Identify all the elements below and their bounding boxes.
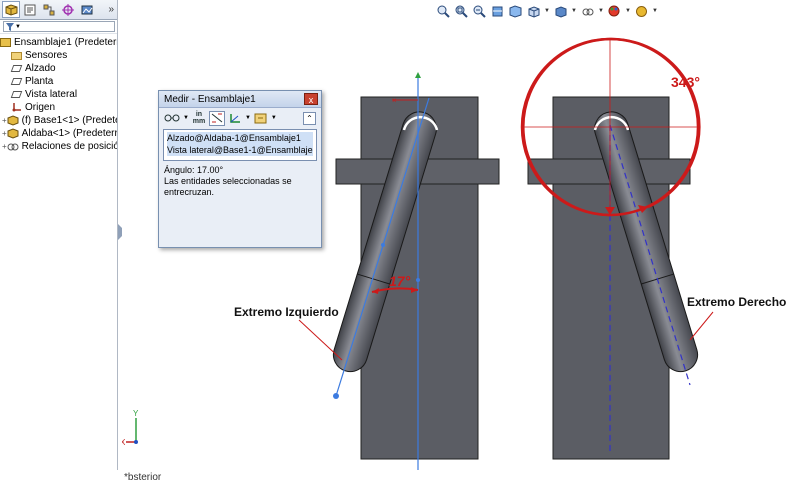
zoom-to-fit-icon[interactable] xyxy=(436,4,451,19)
previous-view-icon[interactable] xyxy=(472,4,487,19)
view-name-label: *bsterior xyxy=(124,472,162,483)
plane-icon xyxy=(10,63,22,74)
sketch-point xyxy=(381,243,385,247)
tree-item-label: Aldaba<1> (Predeterr xyxy=(21,128,117,139)
plane-icon xyxy=(10,89,22,100)
show-xyz-measurements-icon[interactable] xyxy=(208,110,225,126)
tree-filter[interactable]: ▼ xyxy=(0,20,117,34)
label-extremo-derecho: Extremo Derecho xyxy=(687,295,786,309)
measure-title-bar[interactable]: Medir - Ensamblaje1 x xyxy=(159,91,321,108)
triad-x-label: X xyxy=(122,438,126,447)
result-message-cont: entrecruzan. xyxy=(164,187,215,197)
tree-item-planta[interactable]: Planta xyxy=(0,75,117,88)
feature-manager-tab-icon[interactable] xyxy=(2,1,20,18)
heads-up-view-toolbar: ▼ ▼ ▼ ▼ ▼ xyxy=(436,2,658,20)
zoom-to-area-icon[interactable] xyxy=(454,4,469,19)
sketch-point xyxy=(333,393,339,399)
chevron-down-icon[interactable]: ▼ xyxy=(625,8,631,14)
leader-right xyxy=(689,311,714,341)
measure-title: Medir - Ensamblaje1 xyxy=(164,93,256,105)
edit-appearance-icon[interactable] xyxy=(607,4,622,19)
tree-item-vista-lateral[interactable]: Vista lateral xyxy=(0,88,117,101)
tree-item-base1[interactable]: + (f) Base1<1> (Predete xyxy=(0,114,117,127)
tree-item-label: Planta xyxy=(25,76,54,87)
feature-manager-panel: » ▼ Ensamblaje1 (Predeterm Sensores Alza… xyxy=(0,0,118,470)
sketch-point xyxy=(416,278,420,282)
leader-left xyxy=(298,319,343,361)
units-precision-button[interactable]: in mm xyxy=(192,111,206,126)
dynamic-annotation-icon[interactable] xyxy=(508,4,523,19)
tree-item-label: Sensores xyxy=(25,50,68,61)
chevron-down-icon[interactable]: ▼ xyxy=(183,115,189,121)
hide-show-items-icon[interactable] xyxy=(580,4,595,19)
tree-item-label: Ensamblaje1 (Predeterm xyxy=(14,37,117,48)
property-manager-tab-icon[interactable] xyxy=(21,1,39,18)
solidworks-window: » ▼ Ensamblaje1 (Predeterm Sensores Alza… xyxy=(0,0,800,488)
measure-dialog[interactable]: Medir - Ensamblaje1 x ▼ in mm ▼ ▼ ⌃ Alza… xyxy=(158,90,322,248)
view-orientation-icon[interactable] xyxy=(526,4,541,19)
y-axis-marker-icon xyxy=(415,72,421,78)
status-bar xyxy=(0,470,800,488)
origin-icon xyxy=(10,102,22,113)
tree-item-origen[interactable]: Origen xyxy=(0,101,117,114)
close-button[interactable]: x xyxy=(304,93,318,105)
triad-y-label: Y xyxy=(133,409,139,418)
point-to-point-icon[interactable] xyxy=(228,111,242,126)
reference-triad: Y X xyxy=(122,409,139,447)
list-item[interactable]: Vista lateral@Base1-1@Ensamblaje1 xyxy=(167,144,313,156)
result-message: Las entidades seleccionadas se xyxy=(164,176,292,186)
chevron-down-icon[interactable]: ▼ xyxy=(245,115,251,121)
list-item[interactable]: Alzado@Aldaba-1@Ensamblaje1 xyxy=(167,132,313,144)
measure-toolbar: ▼ in mm ▼ ▼ ⌃ xyxy=(159,108,321,128)
tree-item-relaciones[interactable]: + Relaciones de posició xyxy=(0,140,117,153)
part-icon xyxy=(7,115,19,126)
plane-icon xyxy=(10,76,22,87)
right-assembly[interactable]: 343° Extremo Derecho xyxy=(520,37,786,460)
configuration-manager-tab-icon[interactable] xyxy=(40,1,58,18)
angle-label-right: 343° xyxy=(671,74,700,90)
chevron-down-icon[interactable]: ▼ xyxy=(598,8,604,14)
mates-icon xyxy=(7,141,19,152)
tree-item-label: Vista lateral xyxy=(25,89,78,100)
tree-item-alzado[interactable]: Alzado xyxy=(0,62,117,75)
feature-tree: Ensamblaje1 (Predeterm Sensores Alzado P… xyxy=(0,34,117,153)
angle-result: Ángulo: 17.00° xyxy=(164,165,224,175)
angle-label-left: 17° xyxy=(389,273,411,289)
tree-item-label: Relaciones de posició xyxy=(21,141,117,152)
label-extremo-izquierdo: Extremo Izquierdo xyxy=(234,305,339,319)
chevron-down-icon[interactable]: ▼ xyxy=(271,115,277,121)
section-view-icon[interactable] xyxy=(490,4,505,19)
tree-item-aldaba[interactable]: + Aldaba<1> (Predeterr xyxy=(0,127,117,140)
tree-item-label: (f) Base1<1> (Predete xyxy=(21,115,117,126)
x-axis-letter: × xyxy=(392,96,397,105)
dimxpert-tab-icon[interactable] xyxy=(59,1,77,18)
display-manager-tab-icon[interactable] xyxy=(78,1,96,18)
collapse-button[interactable]: ⌃ xyxy=(303,111,316,125)
arc-circle-measure-icon[interactable] xyxy=(164,111,180,126)
assembly-icon xyxy=(0,37,11,48)
tree-item-label: Alzado xyxy=(25,63,56,74)
filter-icon[interactable]: ▼ xyxy=(3,21,115,32)
measure-selection-list[interactable]: Alzado@Aldaba-1@Ensamblaje1 Vista latera… xyxy=(163,129,317,161)
tree-item-label: Origen xyxy=(25,102,56,113)
apply-scene-icon[interactable] xyxy=(634,4,649,19)
manager-tabs: » xyxy=(0,0,117,20)
chevron-down-icon[interactable]: ▼ xyxy=(652,8,658,14)
measurement-history-icon[interactable] xyxy=(254,111,268,126)
part-icon xyxy=(7,128,19,139)
chevron-down-icon[interactable]: ▼ xyxy=(544,8,550,14)
expand-panel-icon[interactable]: » xyxy=(108,4,114,15)
sensors-folder-icon xyxy=(10,50,22,61)
chevron-down-icon[interactable]: ▼ xyxy=(571,8,577,14)
tree-item-assembly[interactable]: Ensamblaje1 (Predeterm xyxy=(0,36,117,49)
display-style-icon[interactable] xyxy=(553,4,568,19)
measure-results: Ángulo: 17.00° Las entidades seleccionad… xyxy=(164,165,316,198)
tree-item-sensores[interactable]: Sensores xyxy=(0,49,117,62)
